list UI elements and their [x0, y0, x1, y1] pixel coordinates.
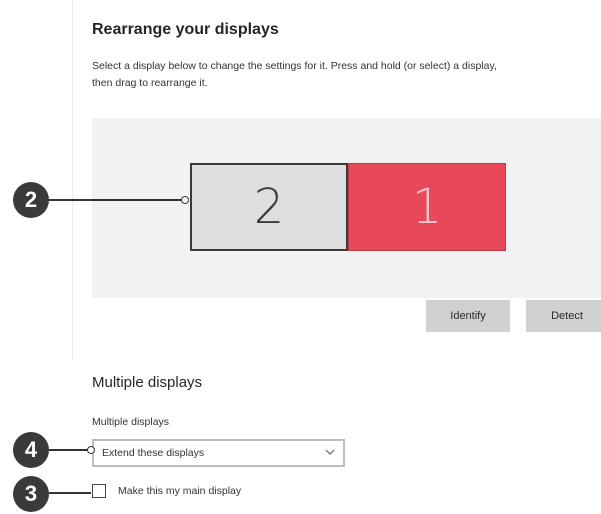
callout-line-4 — [49, 449, 89, 451]
chevron-down-icon — [325, 449, 335, 455]
rearrange-description-line1: Select a display below to change the set… — [92, 60, 497, 72]
display-2-tile[interactable]: 2 — [190, 163, 348, 251]
main-display-checkbox-label: Make this my main display — [118, 485, 242, 497]
identify-button[interactable]: Identify — [426, 300, 510, 332]
multiple-displays-heading: Multiple displays — [92, 374, 203, 391]
multiple-displays-label: Multiple displays — [92, 416, 170, 428]
callout-badge-3: 3 — [13, 476, 49, 512]
callout-dot-4 — [87, 446, 95, 454]
rearrange-description: Select a display below to change the set… — [92, 58, 601, 92]
callout-dot-2 — [181, 196, 189, 204]
multiple-displays-dropdown[interactable]: Extend these displays — [92, 439, 345, 467]
callout-line-2 — [49, 199, 183, 201]
detect-button[interactable]: Detect — [526, 300, 601, 332]
dropdown-selected-value: Extend these displays — [102, 447, 205, 459]
callout-line-3 — [49, 492, 91, 494]
callout-badge-2: 2 — [13, 182, 49, 218]
rearrange-heading: Rearrange your displays — [92, 21, 279, 38]
display-settings-page: Rearrange your displays Select a display… — [0, 0, 601, 514]
rearrange-description-line2: then drag to rearrange it. — [92, 77, 208, 89]
divider — [72, 0, 73, 360]
display-1-tile[interactable]: 1 — [348, 163, 506, 251]
callout-badge-4: 4 — [13, 432, 49, 468]
main-display-checkbox[interactable] — [92, 484, 106, 498]
